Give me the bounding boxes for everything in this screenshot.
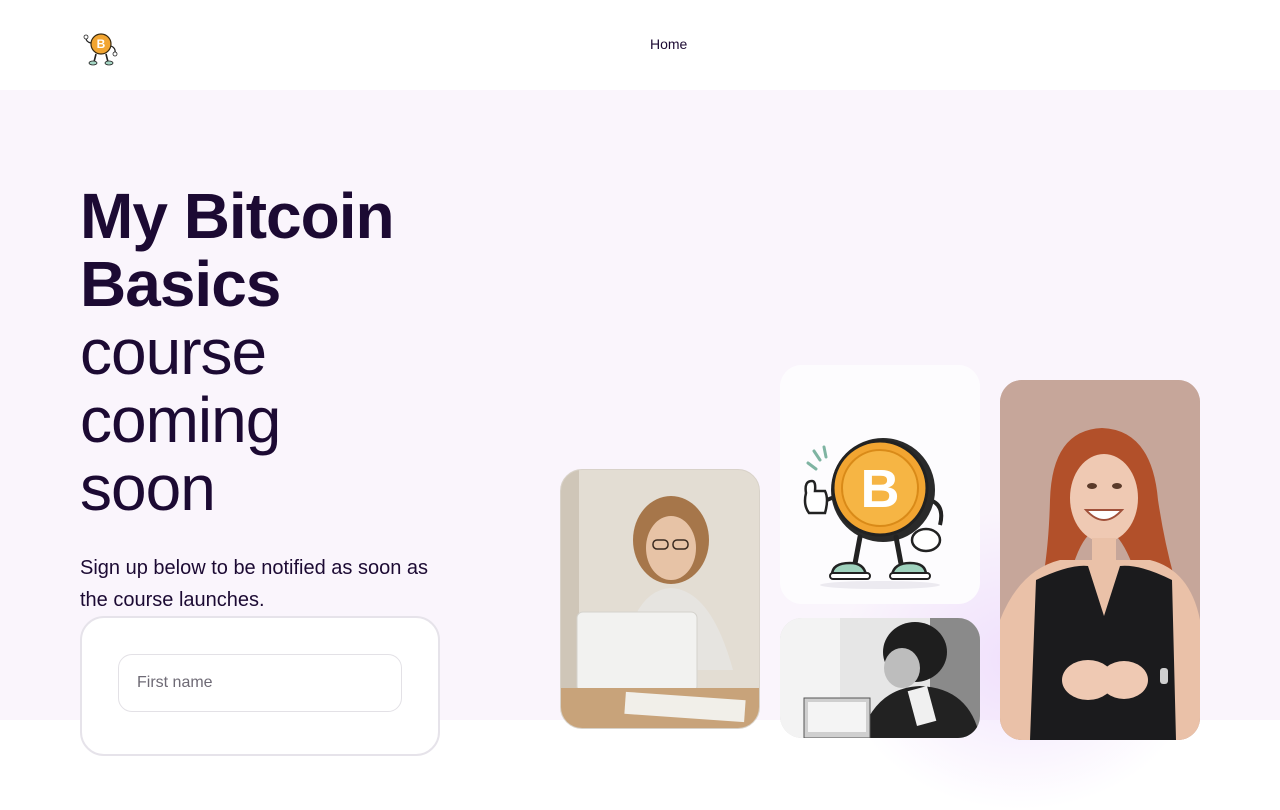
bitcoin-mascot-illustration: B bbox=[780, 365, 980, 604]
person-with-laptop-bw-photo bbox=[780, 618, 980, 738]
smiling-woman-photo bbox=[1000, 380, 1200, 740]
hero-section: My Bitcoin Basics course coming soon Sig… bbox=[0, 90, 1280, 810]
svg-text:B: B bbox=[861, 459, 900, 519]
page-title: My Bitcoin Basics course coming soon bbox=[80, 182, 500, 522]
title-light-line-2: coming bbox=[80, 384, 281, 456]
logo-bitcoin-mascot-icon[interactable]: B bbox=[80, 24, 122, 70]
title-light-line-3: soon bbox=[80, 452, 216, 524]
hero-subtitle: Sign up below to be notified as soon as … bbox=[80, 557, 429, 611]
title-bold-line-1: My Bitcoin bbox=[80, 180, 395, 252]
title-bold-line-2: Basics bbox=[80, 248, 281, 320]
signup-form-card bbox=[80, 616, 440, 756]
svg-text:B: B bbox=[97, 37, 106, 51]
first-name-input[interactable] bbox=[118, 654, 402, 712]
nav-home-link[interactable]: Home bbox=[650, 36, 687, 52]
title-light-line-1: course bbox=[80, 316, 267, 388]
site-header: B Home bbox=[0, 0, 1280, 90]
woman-with-laptop-photo bbox=[560, 469, 760, 729]
